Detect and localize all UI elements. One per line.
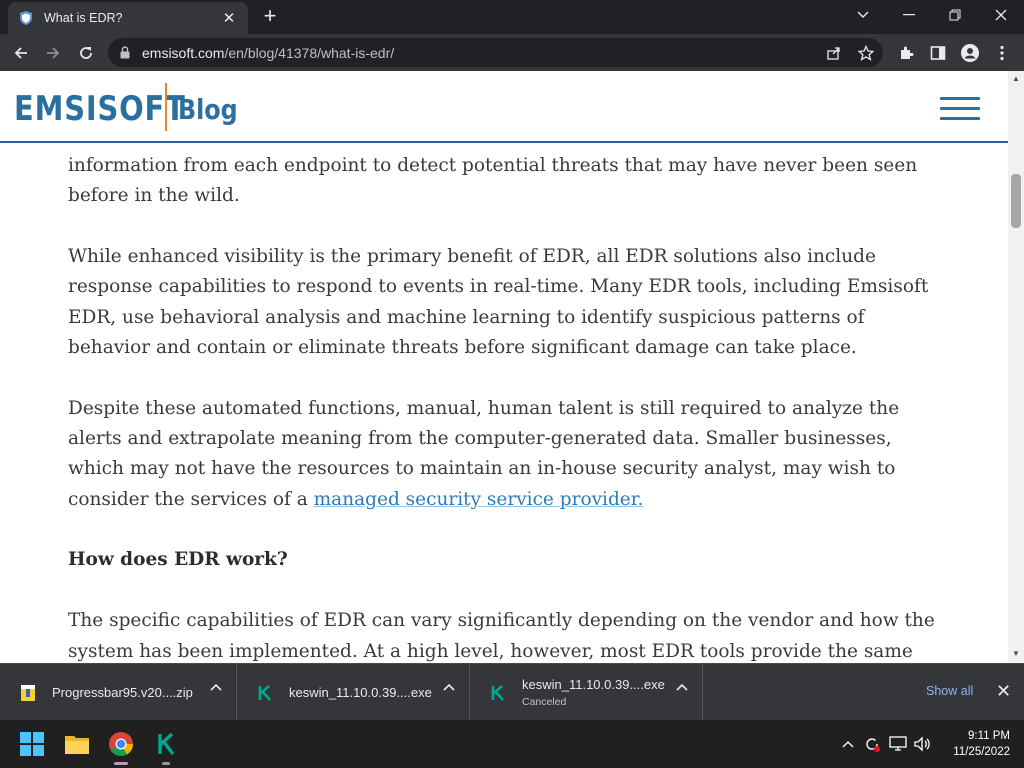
article-paragraph: The specific capabilities of EDR can var… xyxy=(68,610,935,662)
page-viewport: EMSISOFT Blog information from each endp… xyxy=(0,71,1024,663)
back-arrow-icon[interactable] xyxy=(8,40,34,66)
chevron-up-icon[interactable] xyxy=(443,683,455,691)
address-bar[interactable]: emsisoft.com/en/blog/41378/what-is-edr/ xyxy=(108,38,883,67)
network-icon[interactable] xyxy=(888,735,908,753)
download-item[interactable]: keswin_11.10.0.39....exe Canceled xyxy=(470,664,703,721)
side-panel-icon[interactable] xyxy=(928,43,948,63)
close-downloads-icon[interactable]: ✕ xyxy=(996,681,1011,702)
restore-icon[interactable] xyxy=(932,4,978,26)
article-paragraph: Despite these automated functions, manua… xyxy=(68,397,900,510)
tab-close-icon[interactable]: ✕ xyxy=(220,9,238,27)
site-header: EMSISOFT Blog xyxy=(0,71,1008,143)
new-tab-icon[interactable]: + xyxy=(258,5,282,29)
kaspersky-k-icon xyxy=(488,683,508,703)
article-body: information from each endpoint to detect… xyxy=(68,151,938,663)
reload-icon[interactable] xyxy=(73,40,99,66)
more-menu-icon[interactable] xyxy=(992,43,1012,63)
bookmark-star-icon[interactable] xyxy=(856,43,876,63)
chevron-up-icon[interactable] xyxy=(676,683,688,691)
scroll-up-arrow-icon[interactable]: ▲ xyxy=(1012,74,1020,83)
download-filename: keswin_11.10.0.39....exe xyxy=(289,685,432,700)
blog-link[interactable]: Blog xyxy=(178,93,238,126)
hamburger-menu-icon[interactable] xyxy=(940,97,980,121)
browser-tab[interactable]: What is EDR? ✕ xyxy=(8,2,248,34)
extensions-puzzle-icon[interactable] xyxy=(896,43,916,63)
downloads-bar: Progressbar95.v20....zip keswin_11.10.0.… xyxy=(0,663,1024,721)
profile-avatar-icon[interactable] xyxy=(960,43,980,63)
download-status: Canceled xyxy=(522,696,567,708)
emsisoft-logo[interactable]: EMSISOFT xyxy=(14,89,186,129)
zip-file-icon xyxy=(18,683,38,703)
tab-strip: What is EDR? ✕ + xyxy=(0,0,1024,34)
url-text: emsisoft.com/en/blog/41378/what-is-edr/ xyxy=(142,45,395,61)
article-paragraph: While enhanced visibility is the primary… xyxy=(68,246,929,358)
forward-arrow-icon[interactable] xyxy=(40,40,66,66)
kaspersky-k-icon xyxy=(255,683,275,703)
article-paragraph: information from each endpoint to detect… xyxy=(68,155,918,207)
close-window-icon[interactable] xyxy=(978,4,1024,26)
start-windows-icon[interactable] xyxy=(16,728,48,760)
scrollbar-thumb[interactable] xyxy=(1011,174,1021,228)
emsisoft-shield-icon xyxy=(20,11,32,25)
tab-search-icon[interactable] xyxy=(840,4,886,26)
system-clock[interactable]: 9:11 PM 11/25/2022 xyxy=(940,728,1010,760)
scroll-down-arrow-icon[interactable]: ▼ xyxy=(1012,649,1020,658)
chrome-icon[interactable] xyxy=(105,728,137,765)
clock-date: 11/25/2022 xyxy=(953,746,1010,758)
download-item[interactable]: Progressbar95.v20....zip xyxy=(0,664,237,721)
page-scrollbar[interactable]: ▲ ▼ xyxy=(1008,71,1024,663)
download-item[interactable]: keswin_11.10.0.39....exe xyxy=(237,664,470,721)
download-filename: Progressbar95.v20....zip xyxy=(52,685,193,700)
browser-toolbar: emsisoft.com/en/blog/41378/what-is-edr/ xyxy=(0,34,1024,71)
share-icon[interactable] xyxy=(824,43,844,63)
logo-divider xyxy=(165,83,167,131)
show-all-button[interactable]: Show all xyxy=(926,684,973,698)
file-explorer-icon[interactable] xyxy=(61,728,93,760)
minimize-icon[interactable] xyxy=(886,4,932,26)
download-filename: keswin_11.10.0.39....exe xyxy=(522,677,665,692)
kaspersky-k-icon[interactable] xyxy=(150,728,182,765)
clock-time: 9:11 PM xyxy=(968,730,1010,742)
volume-icon[interactable] xyxy=(912,735,932,753)
chevron-up-icon[interactable] xyxy=(210,683,222,691)
tab-title: What is EDR? xyxy=(44,11,123,25)
mssp-link[interactable]: managed security service provider. xyxy=(314,489,644,510)
section-heading: How does EDR work? xyxy=(68,549,288,571)
lock-icon[interactable] xyxy=(120,46,130,59)
chevron-up-icon[interactable] xyxy=(838,735,858,753)
windows-taskbar: 9:11 PM 11/25/2022 xyxy=(0,720,1024,768)
sync-alert-icon[interactable] xyxy=(862,735,882,753)
